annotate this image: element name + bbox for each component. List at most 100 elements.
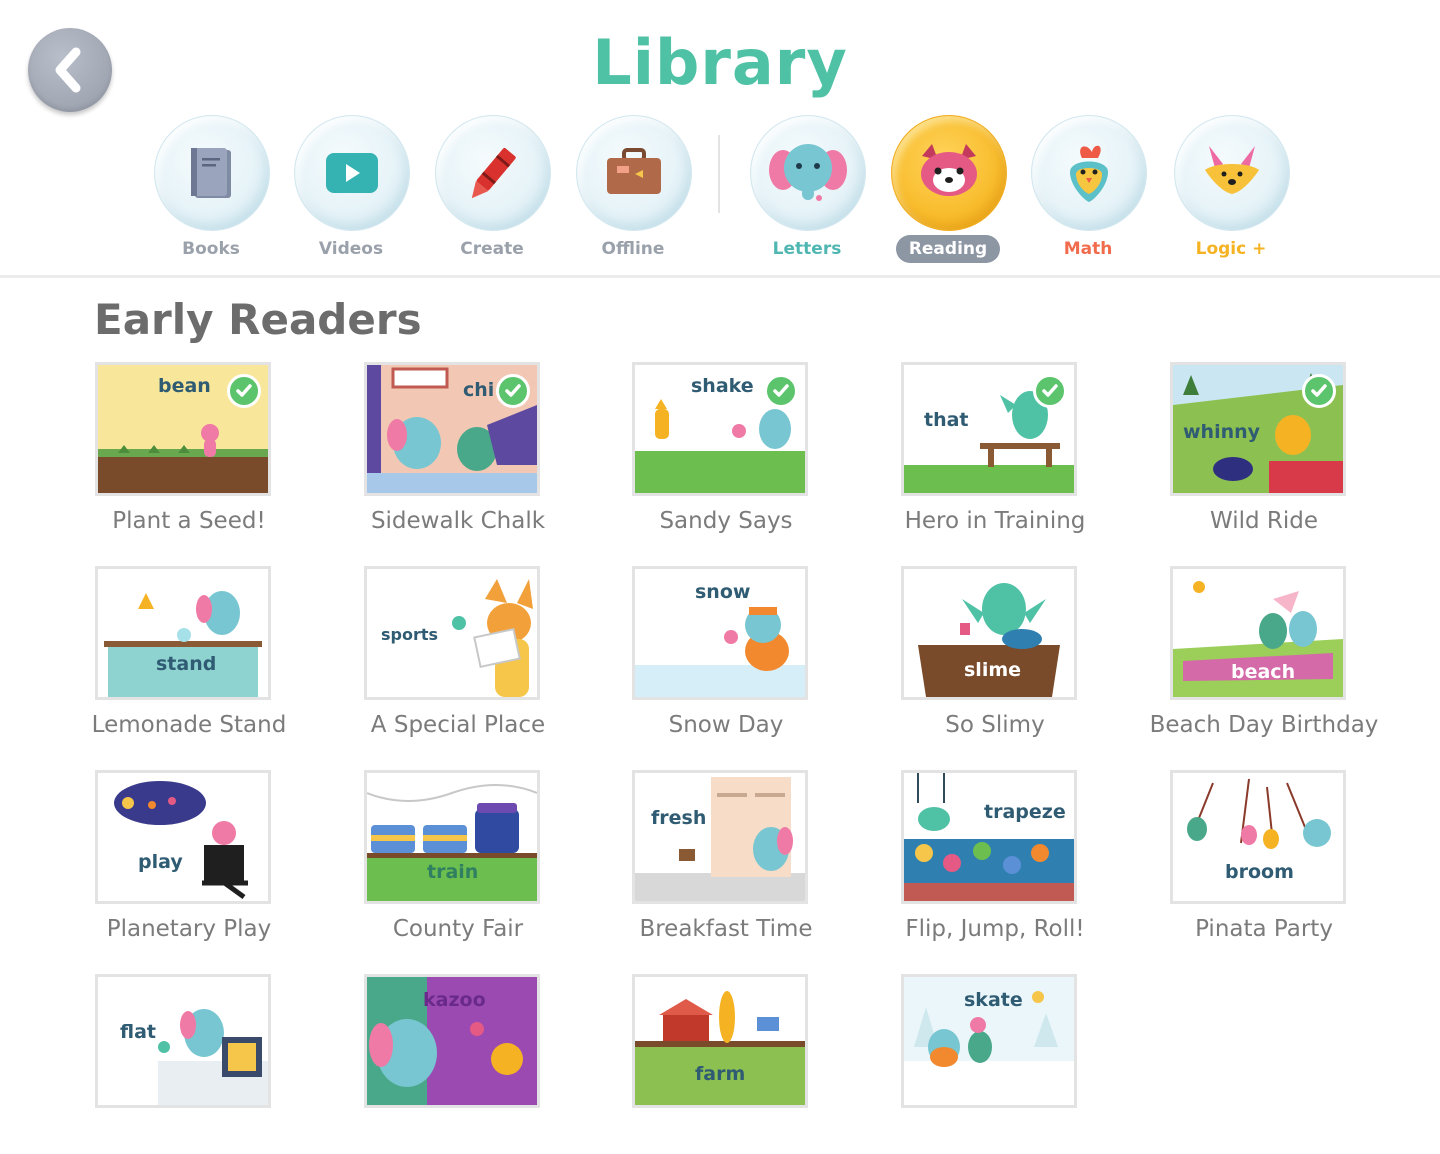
book-word: stand [156,653,217,675]
book-card[interactable]: snow Snow Day [606,566,846,746]
book-card[interactable]: bean Plant a Seed! [69,362,309,542]
book-word: slime [964,659,1022,681]
book-card[interactable]: flat [69,974,309,1154]
book-cover: trapeze [901,770,1077,904]
book-cover: shake [632,362,808,496]
book-word: chi [463,379,495,401]
book-icon [191,148,231,198]
book-card[interactable]: whinny Wild Ride [1144,362,1384,542]
section-title: Early Readers [94,295,422,344]
book-cover: skate [901,974,1077,1108]
book-card[interactable]: train County Fair [338,770,578,950]
book-title: Plant a Seed! [112,508,266,534]
book-title: County Fair [392,916,524,942]
cover-illustration [98,569,268,697]
nav-create[interactable]: Create [435,115,551,265]
book-title: Snow Day [668,712,784,738]
nav-reading[interactable]: Reading [891,115,1007,265]
book-cover: train [364,770,540,904]
cover-illustration [635,977,805,1105]
nav-letters[interactable]: Letters [750,115,866,265]
book-card[interactable]: slime So Slimy [875,566,1115,746]
book-word: that [924,409,969,431]
cover-illustration [635,773,805,901]
book-card[interactable]: kazoo [338,974,578,1154]
nav-videos[interactable]: Videos [294,115,410,265]
book-cover: stand [95,566,271,700]
book-card[interactable]: chi Sidewalk Chalk [338,362,578,542]
cover-illustration [904,773,1074,901]
chevron-left-icon [55,47,81,93]
book-word: beach [1231,661,1296,683]
book-title: Flip, Jump, Roll! [905,916,1085,942]
book-title: Sidewalk Chalk [370,508,546,534]
book-word: trapeze [984,801,1066,823]
page-title: Library [592,26,848,99]
suitcase-icon [607,148,661,194]
book-word: shake [691,375,754,397]
nav-label-reading: Reading [895,235,1001,263]
book-word: snow [695,581,751,603]
bird-icon [1070,145,1108,202]
nav-label-videos: Videos [318,239,384,259]
book-card[interactable]: skate [875,974,1115,1154]
nav-math[interactable]: Math [1031,115,1147,265]
book-cover: chi [364,362,540,496]
book-title: Beach Day Birthday [1149,712,1379,738]
book-cover: whinny [1170,362,1346,496]
book-title: Wild Ride [1209,508,1319,534]
book-card[interactable]: trapeze Flip, Jump, Roll! [875,770,1115,950]
book-card[interactable]: that Hero in Training [875,362,1115,542]
back-button[interactable] [28,28,112,112]
nav-label-books: Books [182,239,240,259]
crayon-icon [471,147,516,199]
book-word: skate [964,989,1023,1011]
book-title: Hero in Training [904,508,1086,534]
check-icon [1033,374,1067,408]
book-word: play [138,851,183,873]
play-icon [326,153,378,193]
nav-logic-plus[interactable]: Logic + [1174,115,1290,265]
book-cover: flat [95,974,271,1108]
book-cover: sports [364,566,540,700]
book-cover: kazoo [364,974,540,1108]
red-panda-icon [921,144,977,196]
header-divider [0,275,1440,278]
book-word: broom [1225,861,1294,883]
book-word: flat [120,1021,156,1043]
book-card[interactable]: shake Sandy Says [606,362,846,542]
book-title: Breakfast Time [639,916,813,942]
nav-label-math: Math [1063,239,1113,259]
book-card[interactable]: stand Lemonade Stand [69,566,309,746]
book-cover: that [901,362,1077,496]
book-card[interactable]: broom Pinata Party [1144,770,1384,950]
nav-label-offline: Offline [601,239,665,259]
book-title: Planetary Play [106,916,272,942]
book-title: So Slimy [945,712,1045,738]
book-title: Sandy Says [659,508,793,534]
book-card[interactable]: fresh Breakfast Time [606,770,846,950]
nav-label-letters: Letters [772,239,842,259]
nav-books[interactable]: Books [154,115,270,265]
book-cover: broom [1170,770,1346,904]
book-cover: farm [632,974,808,1108]
nav-offline[interactable]: Offline [576,115,692,265]
book-card[interactable]: play Planetary Play [69,770,309,950]
check-icon [1302,374,1336,408]
book-word: whinny [1183,421,1261,443]
book-word: farm [695,1063,746,1085]
book-card[interactable]: sports A Special Place [338,566,578,746]
book-cover: beach [1170,566,1346,700]
book-cover: slime [901,566,1077,700]
book-cover: bean [95,362,271,496]
book-card[interactable]: farm [606,974,846,1154]
book-title: Pinata Party [1195,916,1333,942]
book-word: train [427,861,479,883]
nav-label-create: Create [460,239,524,259]
book-word: kazoo [423,989,486,1011]
nav-divider [718,135,720,213]
check-icon [227,374,261,408]
book-card[interactable]: beach Beach Day Birthday [1144,566,1384,746]
book-cover: play [95,770,271,904]
header: Library Books Videos Create Offline Lett… [0,0,1440,277]
